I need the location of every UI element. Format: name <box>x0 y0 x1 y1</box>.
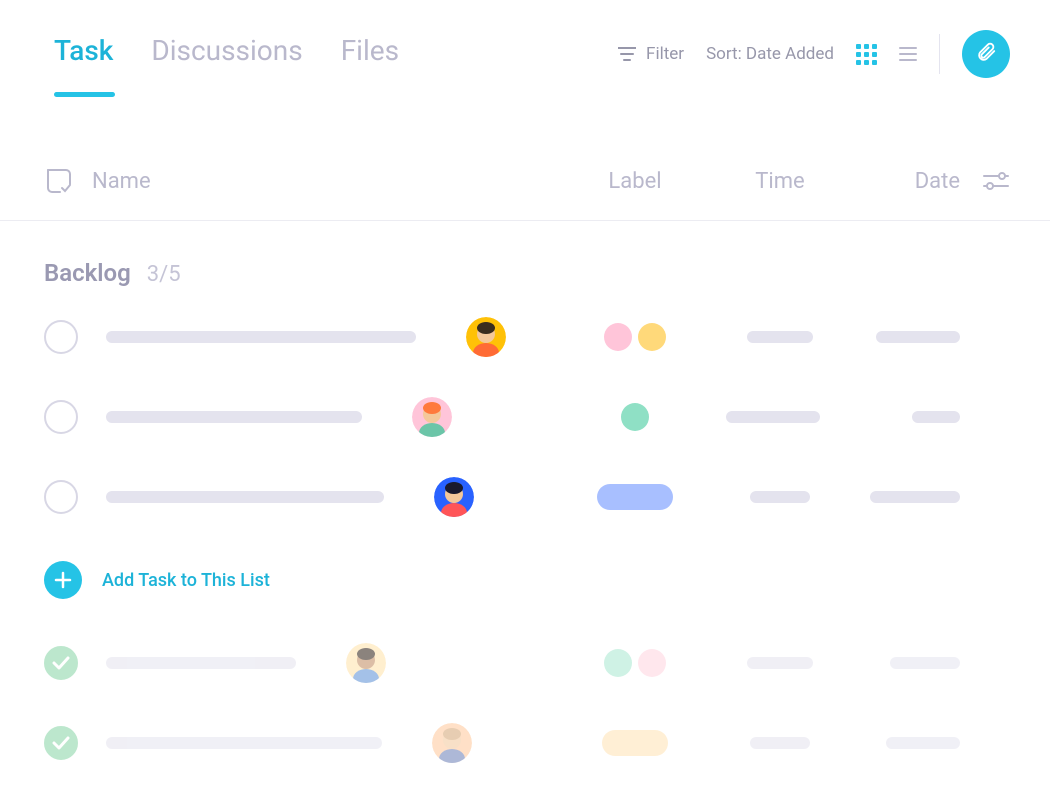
section-count: 3/5 <box>147 262 181 287</box>
task-name-placeholder <box>106 331 416 343</box>
label-dot <box>638 323 666 351</box>
list-view-icon[interactable] <box>899 47 917 61</box>
column-date[interactable]: Date <box>850 169 960 194</box>
task-checkbox[interactable] <box>44 400 78 434</box>
task-time-placeholder <box>747 331 813 343</box>
column-time[interactable]: Time <box>710 169 850 194</box>
task-checkbox[interactable] <box>44 726 78 760</box>
task-checkbox[interactable] <box>44 646 78 680</box>
task-time-placeholder <box>750 737 810 749</box>
task-name-placeholder <box>106 657 296 669</box>
avatar[interactable] <box>434 477 474 517</box>
columns-header: Name Label Time Date <box>0 100 1050 221</box>
filter-label: Filter <box>646 44 684 64</box>
task-date-placeholder <box>912 411 960 423</box>
task-time-placeholder <box>750 491 810 503</box>
column-name[interactable]: Name <box>92 169 560 194</box>
avatar[interactable] <box>466 317 506 357</box>
label-dot <box>604 649 632 677</box>
task-time-placeholder <box>747 657 813 669</box>
grid-view-icon[interactable] <box>856 44 877 65</box>
avatar[interactable] <box>412 397 452 437</box>
label-pill <box>602 730 668 756</box>
task-checkbox[interactable] <box>44 320 78 354</box>
label-dot <box>638 649 666 677</box>
task-labels <box>560 730 710 756</box>
filter-button[interactable]: Filter <box>618 44 684 64</box>
task-row[interactable] <box>0 623 1050 703</box>
label-dot <box>621 403 649 431</box>
plus-icon <box>44 561 82 599</box>
tabs: Task Discussions Files <box>54 34 399 97</box>
tab-task[interactable]: Task <box>54 34 113 97</box>
task-row[interactable] <box>0 457 1050 537</box>
task-checkbox[interactable] <box>44 480 78 514</box>
topbar: Task Discussions Files Filter Sort: Date… <box>0 0 1050 100</box>
task-name-placeholder <box>106 411 362 423</box>
task-name-placeholder <box>106 491 384 503</box>
column-label[interactable]: Label <box>560 169 710 194</box>
column-settings-icon[interactable] <box>960 171 1010 191</box>
tab-discussions[interactable]: Discussions <box>151 34 302 97</box>
task-labels <box>560 484 710 510</box>
section-name: Backlog <box>44 259 131 287</box>
task-list <box>0 297 1050 537</box>
sort-button[interactable]: Sort: Date Added <box>706 44 834 64</box>
attach-button[interactable] <box>962 30 1010 78</box>
filter-icon <box>618 47 636 61</box>
task-row[interactable] <box>0 377 1050 457</box>
task-labels <box>560 403 710 431</box>
task-date-placeholder <box>876 331 960 343</box>
paperclip-icon <box>975 41 997 67</box>
divider <box>939 34 940 74</box>
select-all-icon[interactable] <box>44 166 92 196</box>
task-date-placeholder <box>870 491 960 503</box>
task-labels <box>560 649 710 677</box>
task-time-placeholder <box>726 411 820 423</box>
avatar[interactable] <box>346 643 386 683</box>
label-pill <box>597 484 673 510</box>
section-header: Backlog 3/5 <box>0 221 1050 297</box>
task-date-placeholder <box>890 657 960 669</box>
task-date-placeholder <box>886 737 960 749</box>
toolbar: Filter Sort: Date Added <box>618 30 1010 100</box>
add-task-label: Add Task to This List <box>102 570 270 591</box>
task-labels <box>560 323 710 351</box>
task-row[interactable] <box>0 703 1050 783</box>
task-row[interactable] <box>0 297 1050 377</box>
avatar[interactable] <box>432 723 472 763</box>
completed-list <box>0 623 1050 783</box>
label-dot <box>604 323 632 351</box>
tab-files[interactable]: Files <box>341 34 399 97</box>
add-task-button[interactable]: Add Task to This List <box>0 537 1050 623</box>
task-name-placeholder <box>106 737 382 749</box>
